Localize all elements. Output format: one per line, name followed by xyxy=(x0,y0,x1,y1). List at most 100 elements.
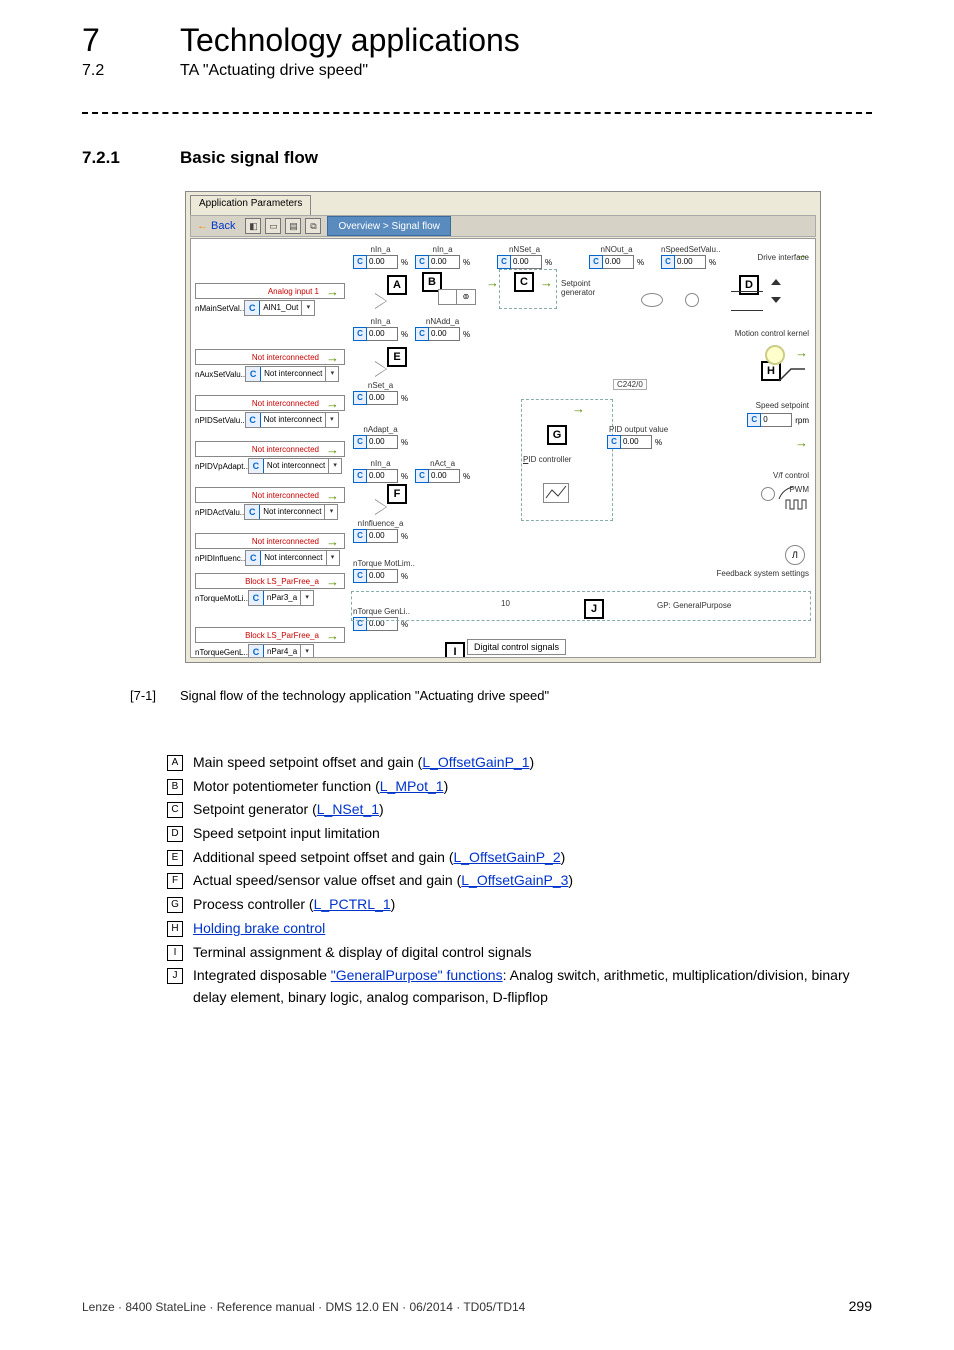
legend-row-C: CSetpoint generator (L_NSet_1) xyxy=(167,799,873,821)
screenshot-window: Application Parameters ← Back ◧ ▭ ▤ ⧉ Ov… xyxy=(185,191,821,663)
mck-dot-icon xyxy=(765,345,785,365)
signal-nAct_a: nAct_aC0.00% xyxy=(415,459,470,483)
legend-row-I: ITerminal assignment & display of digita… xyxy=(167,942,873,964)
legend-link[interactable]: L_MPot_1 xyxy=(380,778,444,794)
mpot-icon xyxy=(438,289,458,305)
legend-row-E: EAdditional speed setpoint offset and ga… xyxy=(167,847,873,869)
ten-label: 10 xyxy=(501,599,510,608)
port-dropdown[interactable]: CAIN1_Out▾ xyxy=(244,300,315,316)
encoder-icon: Л xyxy=(785,545,805,565)
setpoint-generator-label: Setpoint generator xyxy=(561,279,595,297)
legend-link[interactable]: L_OffsetGainP_3 xyxy=(461,872,568,888)
arrow-icon: → xyxy=(323,442,342,457)
signal-nSpeedSetValu..: nSpeedSetValu..C0.00% xyxy=(661,245,720,269)
signal-nNOut_a: nNOut_aC0.00% xyxy=(589,245,644,269)
port-row: Not interconnected → nAuxSetValu.. CNot … xyxy=(195,349,345,382)
pwm-label: PWM xyxy=(789,485,809,494)
graph-icon xyxy=(543,483,569,503)
tool-icon-1[interactable]: ◧ xyxy=(245,218,261,234)
tool-icon-3[interactable]: ▤ xyxy=(285,218,301,234)
port-row: Block LS_ParFree_a → nTorqueGenL.. CnPar… xyxy=(195,627,345,658)
vf-control-label: V/f control xyxy=(773,471,809,480)
legend-key: A xyxy=(167,755,183,771)
legend-key: I xyxy=(167,945,183,961)
signal-nIn_a: nIn_aC0.00% xyxy=(353,317,408,341)
speed-setpoint-label: Speed setpoint xyxy=(756,401,809,410)
arrow-icon: → xyxy=(323,350,342,365)
port-dropdown[interactable]: CNot interconnect▾ xyxy=(245,412,339,428)
tool-icon-4[interactable]: ⧉ xyxy=(305,218,321,234)
arrow-icon: → xyxy=(569,401,588,416)
port-row: Not interconnected → nPIDInfluenc.. CNot… xyxy=(195,533,345,566)
legend-row-F: FActual speed/sensor value offset and ga… xyxy=(167,870,873,892)
legend-link[interactable]: L_PCTRL_1 xyxy=(314,896,391,912)
legend-key: F xyxy=(167,873,183,889)
legend-link[interactable]: L_OffsetGainP_1 xyxy=(422,754,529,770)
pwm-icon xyxy=(785,497,809,515)
arrow-icon: → xyxy=(792,345,811,360)
pid-controller-label: PID controller xyxy=(523,455,571,464)
arrow-icon: → xyxy=(792,435,811,450)
port-dropdown[interactable]: CNot interconnect▾ xyxy=(245,550,339,566)
breadcrumb[interactable]: Overview > Signal flow xyxy=(327,216,450,236)
gain-icon-e xyxy=(375,361,387,377)
header-rule xyxy=(82,112,872,114)
signal-nIn_a: nIn_aC0.00% xyxy=(415,245,470,269)
arrow-icon: → xyxy=(323,396,342,411)
signal-nadapt: nAdapt_a C0.00% xyxy=(353,425,408,449)
marker-F: F xyxy=(387,484,407,504)
port-dropdown[interactable]: CNot interconnect▾ xyxy=(245,366,339,382)
pid-output-value: C0.00% xyxy=(607,435,662,449)
back-arrow-icon: ← xyxy=(197,220,208,232)
footer-text: Lenze · 8400 StateLine · Reference manua… xyxy=(82,1300,525,1314)
port-dropdown[interactable]: CnPar4_a▾ xyxy=(248,644,314,658)
c242-label: C242/0 xyxy=(613,379,647,390)
sum-node-icon xyxy=(761,487,775,501)
limiter-icon xyxy=(731,291,763,311)
pid-output-label: PID output value xyxy=(609,425,668,434)
port-dropdown[interactable]: CnPar3_a▾ xyxy=(248,590,314,606)
legend-row-H: HHolding brake control xyxy=(167,918,873,940)
tab-application-parameters[interactable]: Application Parameters xyxy=(190,195,311,216)
gain-icon xyxy=(375,293,387,309)
figure-legend: AMain speed setpoint offset and gain (L_… xyxy=(167,752,873,1011)
signal-ninfluence: nInfluence_a C0.00% xyxy=(353,519,408,543)
legend-key: G xyxy=(167,897,183,913)
legend-row-J: JIntegrated disposable "GeneralPurpose" … xyxy=(167,965,873,1008)
tool-icon-2[interactable]: ▭ xyxy=(265,218,281,234)
legend-row-D: DSpeed setpoint input limitation xyxy=(167,823,873,845)
section-number: 7.2 xyxy=(82,62,104,80)
speed-setpoint-value: C0rpm xyxy=(747,413,809,427)
subsection-title: Basic signal flow xyxy=(180,148,318,168)
port-dropdown[interactable]: CNot interconnect▾ xyxy=(244,504,338,520)
updown-icon xyxy=(769,277,783,310)
legend-key: B xyxy=(167,779,183,795)
signal-ntorquemot: nTorque MotLim.. C0.00% xyxy=(353,559,415,583)
sum-node-icon xyxy=(641,293,663,307)
signal-nset: nSet_a C0.00% xyxy=(353,381,408,405)
back-button[interactable]: ← Back xyxy=(191,220,241,232)
marker-I: I xyxy=(445,642,465,658)
legend-link[interactable]: Holding brake control xyxy=(193,920,325,936)
gp-area xyxy=(351,591,811,621)
port-dropdown[interactable]: CNot interconnect▾ xyxy=(248,458,342,474)
mpot-wheel-icon: ⊚ xyxy=(456,289,476,305)
signal-nNAdd_a: nNAdd_aC0.00% xyxy=(415,317,470,341)
legend-link[interactable]: L_OffsetGainP_2 xyxy=(453,849,560,865)
gain-icon-f xyxy=(375,499,387,515)
arrow-icon: → xyxy=(483,275,502,290)
arrow-icon: → xyxy=(323,284,342,299)
port-row: Not interconnected → nPIDActValu.. CNot … xyxy=(195,487,345,520)
port-row: Not interconnected → nPIDSetValu.. CNot … xyxy=(195,395,345,428)
marker-E: E xyxy=(387,347,407,367)
legend-link[interactable]: L_NSet_1 xyxy=(317,801,379,817)
gp-label: GP: GeneralPurpose xyxy=(657,601,731,610)
legend-row-G: GProcess controller (L_PCTRL_1) xyxy=(167,894,873,916)
digital-signals-button[interactable]: Digital control signals xyxy=(467,639,566,655)
legend-link[interactable]: "GeneralPurpose" functions xyxy=(331,967,503,983)
figure-caption: Signal flow of the technology applicatio… xyxy=(180,688,549,703)
chapter-number: 7 xyxy=(82,22,100,59)
brake-icon xyxy=(777,365,807,383)
legend-key: E xyxy=(167,850,183,866)
feedback-settings-label: Feedback system settings xyxy=(717,569,809,578)
